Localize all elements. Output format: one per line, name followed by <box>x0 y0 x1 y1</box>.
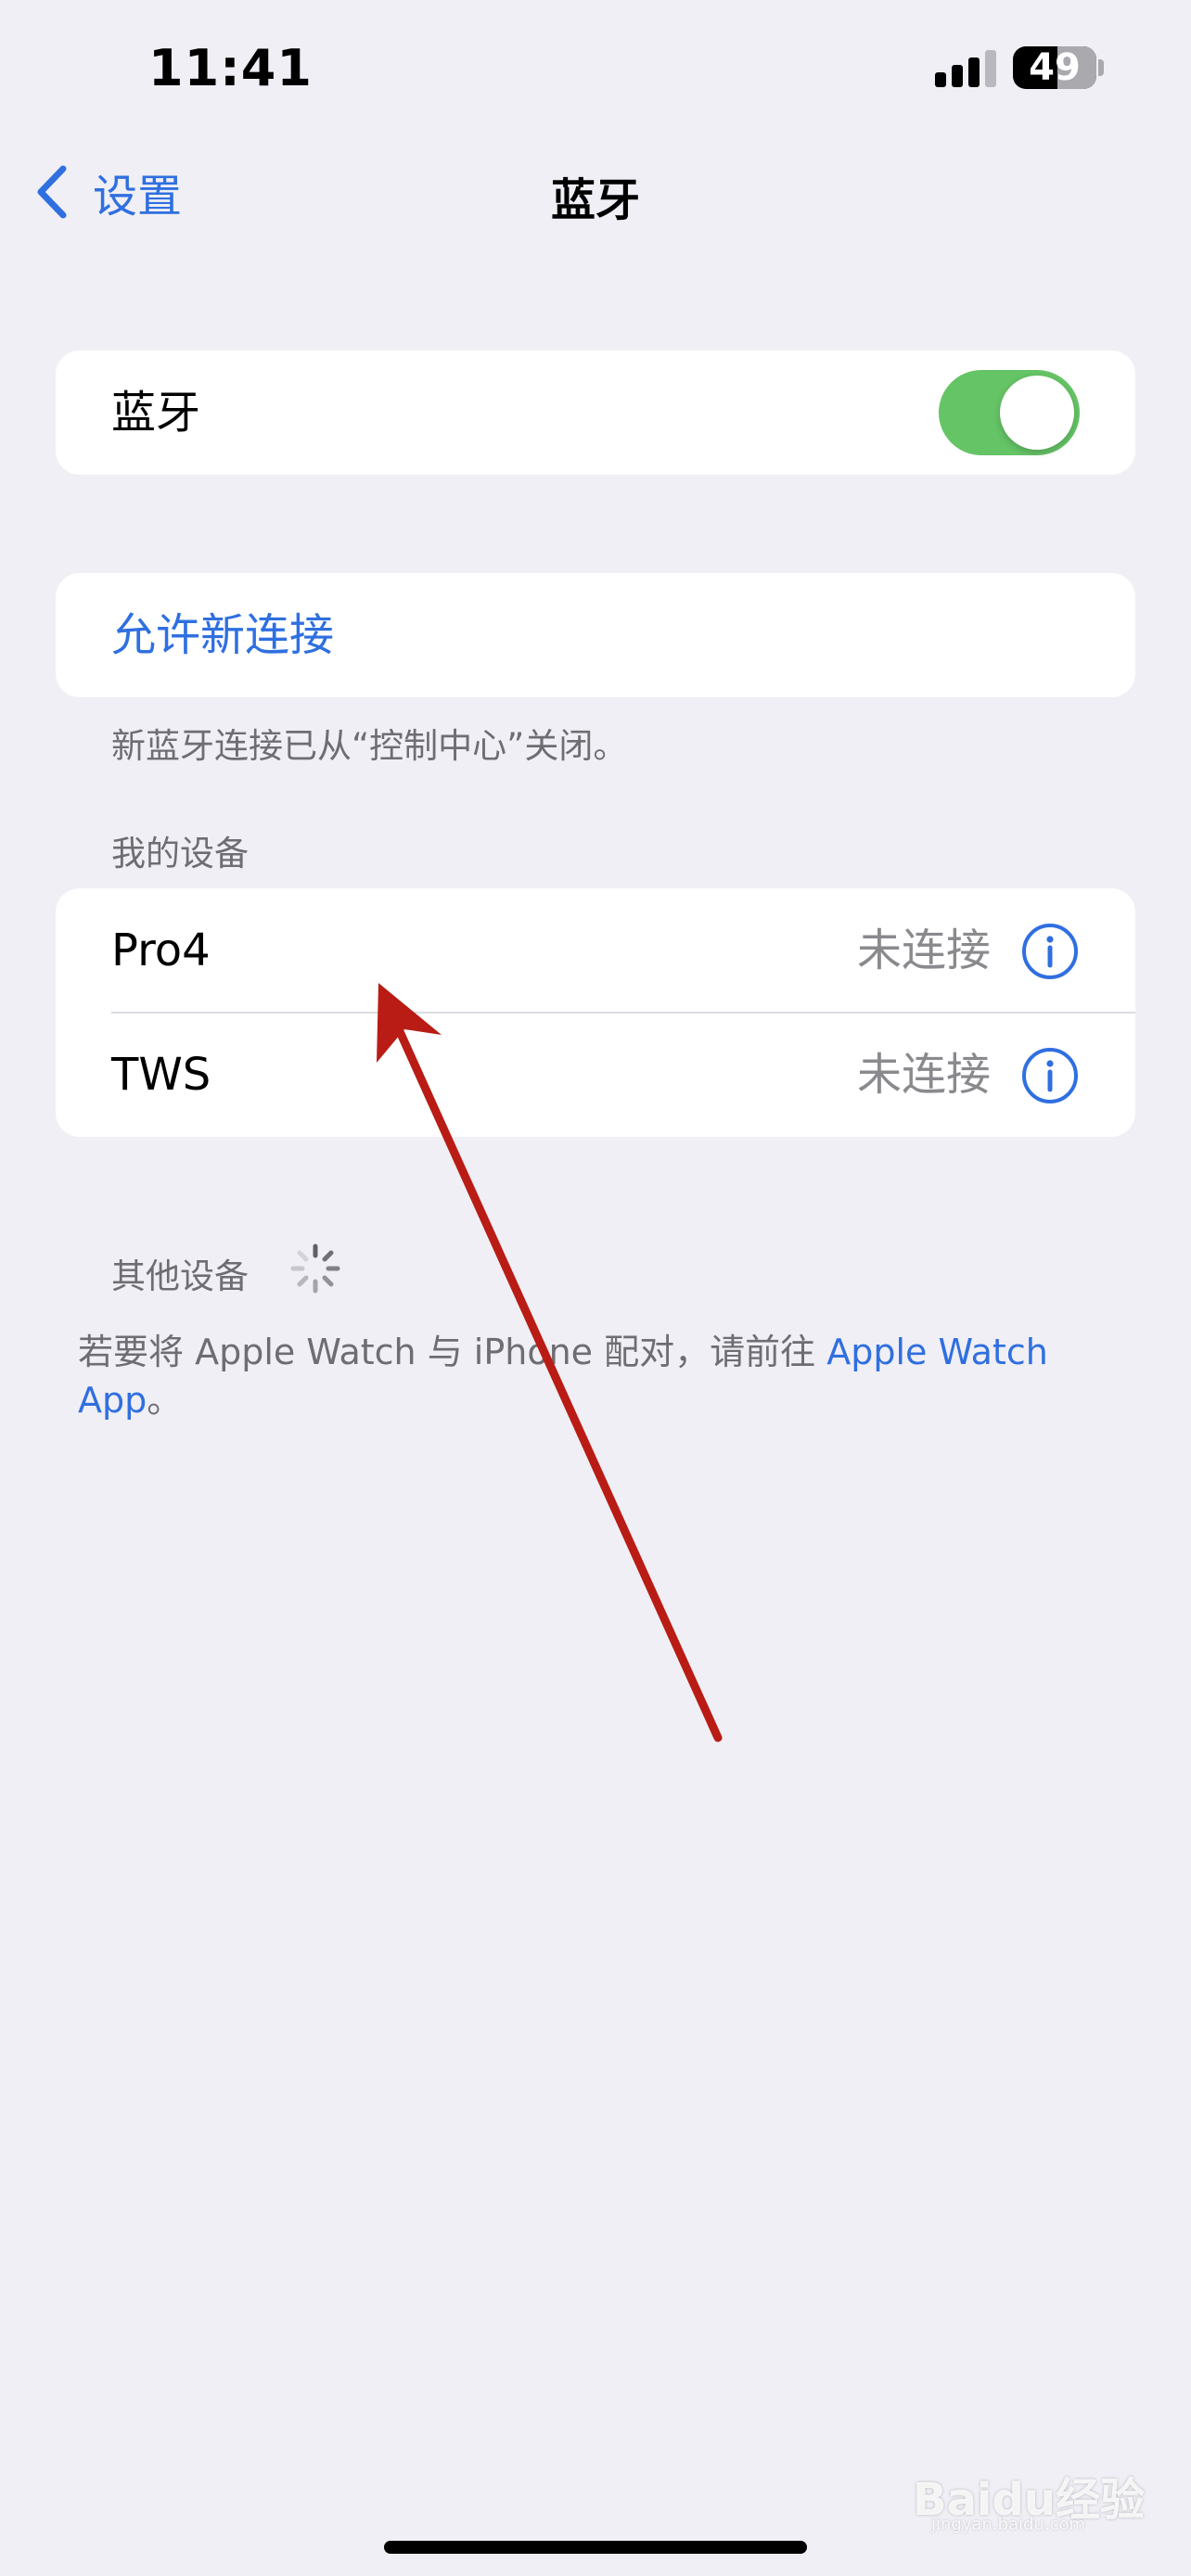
status-time: 11:41 <box>148 39 313 97</box>
info-icon[interactable] <box>1020 922 1080 981</box>
bluetooth-toggle[interactable] <box>939 370 1080 455</box>
device-status: 未连接 <box>856 1049 991 1101</box>
bluetooth-label: 蓝牙 <box>111 387 201 439</box>
watermark-url: jingyan.baidu.com <box>931 2515 1086 2534</box>
allow-new-connections-group[interactable]: 允许新连接 <box>56 573 1135 697</box>
battery-icon: 49 <box>1013 46 1096 89</box>
allow-new-note: 新蓝牙连接已从“控制中心”关闭。 <box>111 726 628 766</box>
allow-new-connections-button[interactable]: 允许新连接 <box>111 573 334 697</box>
my-devices-list: Pro4 未连接 TWS 未连接 <box>56 888 1135 1137</box>
loading-spinner-icon <box>290 1243 340 1294</box>
apple-watch-note-suffix: 。 <box>147 1380 183 1421</box>
info-icon[interactable] <box>1020 1046 1080 1105</box>
battery-percent: 49 <box>1029 46 1081 89</box>
device-row-pro4[interactable]: Pro4 未连接 <box>56 888 1135 1013</box>
apple-watch-note-text: 若要将 Apple Watch 与 iPhone 配对，请前往 <box>78 1332 827 1372</box>
baidu-watermark: Baidu经验 jingyan.baidu.com <box>913 2463 1145 2534</box>
toggle-knob <box>1000 376 1074 450</box>
device-row-tws[interactable]: TWS 未连接 <box>56 1013 1135 1137</box>
device-name: Pro4 <box>111 925 211 976</box>
device-status: 未连接 <box>856 925 991 976</box>
device-name: TWS <box>111 1049 211 1101</box>
bluetooth-group: 蓝牙 <box>56 351 1135 475</box>
other-devices-header: 其他设备 <box>111 1256 249 1296</box>
home-indicator[interactable] <box>384 2541 807 2554</box>
page-title: 蓝牙 <box>550 174 640 226</box>
cellular-signal-icon <box>935 48 998 87</box>
my-devices-header: 我的设备 <box>111 834 249 874</box>
apple-watch-note: 若要将 Apple Watch 与 iPhone 配对，请前往 Apple Wa… <box>78 1328 1098 1424</box>
battery-cap <box>1098 59 1104 76</box>
